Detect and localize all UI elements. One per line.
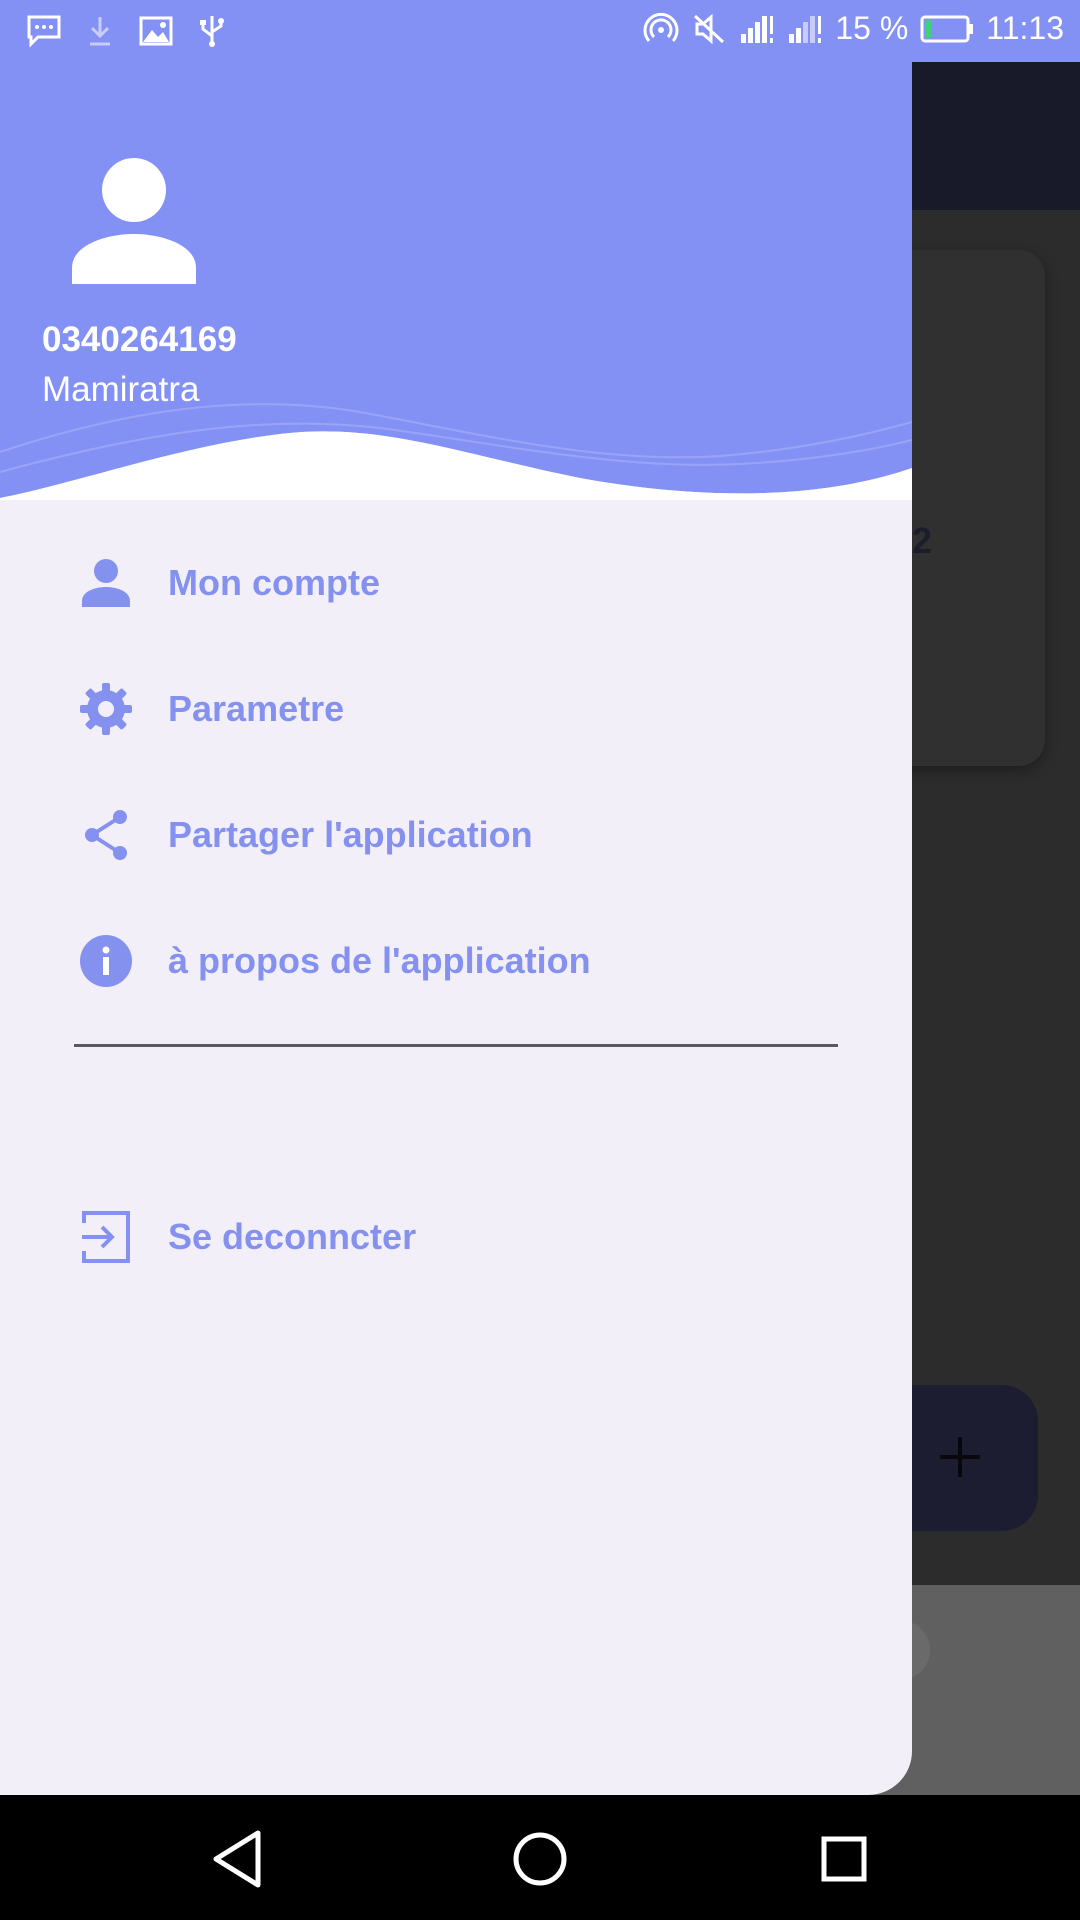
- share-icon: [85, 810, 127, 860]
- battery-icon: [920, 15, 974, 42]
- menu-item-a-propos[interactable]: à propos de l'application: [0, 906, 912, 1016]
- download-icon: [90, 17, 110, 46]
- navigation-bar: [0, 1795, 1080, 1920]
- menu-divider: [74, 1044, 838, 1047]
- info-icon: [80, 935, 132, 987]
- gear-icon: [80, 683, 132, 735]
- status-bar: 15 % 11:13: [0, 0, 1080, 62]
- hotspot-icon: [643, 12, 679, 42]
- image-icon: [139, 16, 173, 46]
- logout-button[interactable]: Se deconncter: [0, 1182, 912, 1292]
- logout-icon: [82, 1211, 130, 1263]
- battery-percent: 15 %: [835, 10, 909, 46]
- user-phone: 0340264169: [42, 320, 237, 359]
- drawer-header: 0340264169 Mamiratra: [0, 62, 912, 500]
- navigation-drawer: 0340264169 Mamiratra Mon compte Parametr…: [0, 62, 912, 1795]
- avatar-icon: [72, 158, 196, 284]
- menu-item-label: à propos de l'application: [168, 940, 591, 981]
- menu-item-label: Parametre: [168, 688, 345, 729]
- mute-icon: [694, 13, 725, 44]
- usb-icon: [200, 16, 224, 47]
- recents-icon[interactable]: [812, 1827, 876, 1891]
- menu-item-mon-compte[interactable]: Mon compte: [0, 528, 912, 638]
- signal-icon: [741, 15, 774, 43]
- home-icon[interactable]: [508, 1827, 572, 1891]
- person-icon: [82, 559, 130, 607]
- message-icon: [27, 15, 61, 48]
- logout-label: Se deconncter: [168, 1216, 417, 1257]
- clock: 11:13: [986, 10, 1064, 46]
- plus-icon: [940, 1437, 980, 1477]
- signal-icon: [789, 15, 822, 43]
- screen: :22: [0, 0, 1080, 1920]
- menu-item-label: Partager l'application: [168, 814, 533, 855]
- menu-item-partager[interactable]: Partager l'application: [0, 780, 912, 890]
- user-name: Mamiratra: [42, 370, 200, 409]
- menu-item-parametre[interactable]: Parametre: [0, 654, 912, 764]
- back-icon[interactable]: [206, 1827, 270, 1891]
- menu-item-label: Mon compte: [168, 562, 380, 603]
